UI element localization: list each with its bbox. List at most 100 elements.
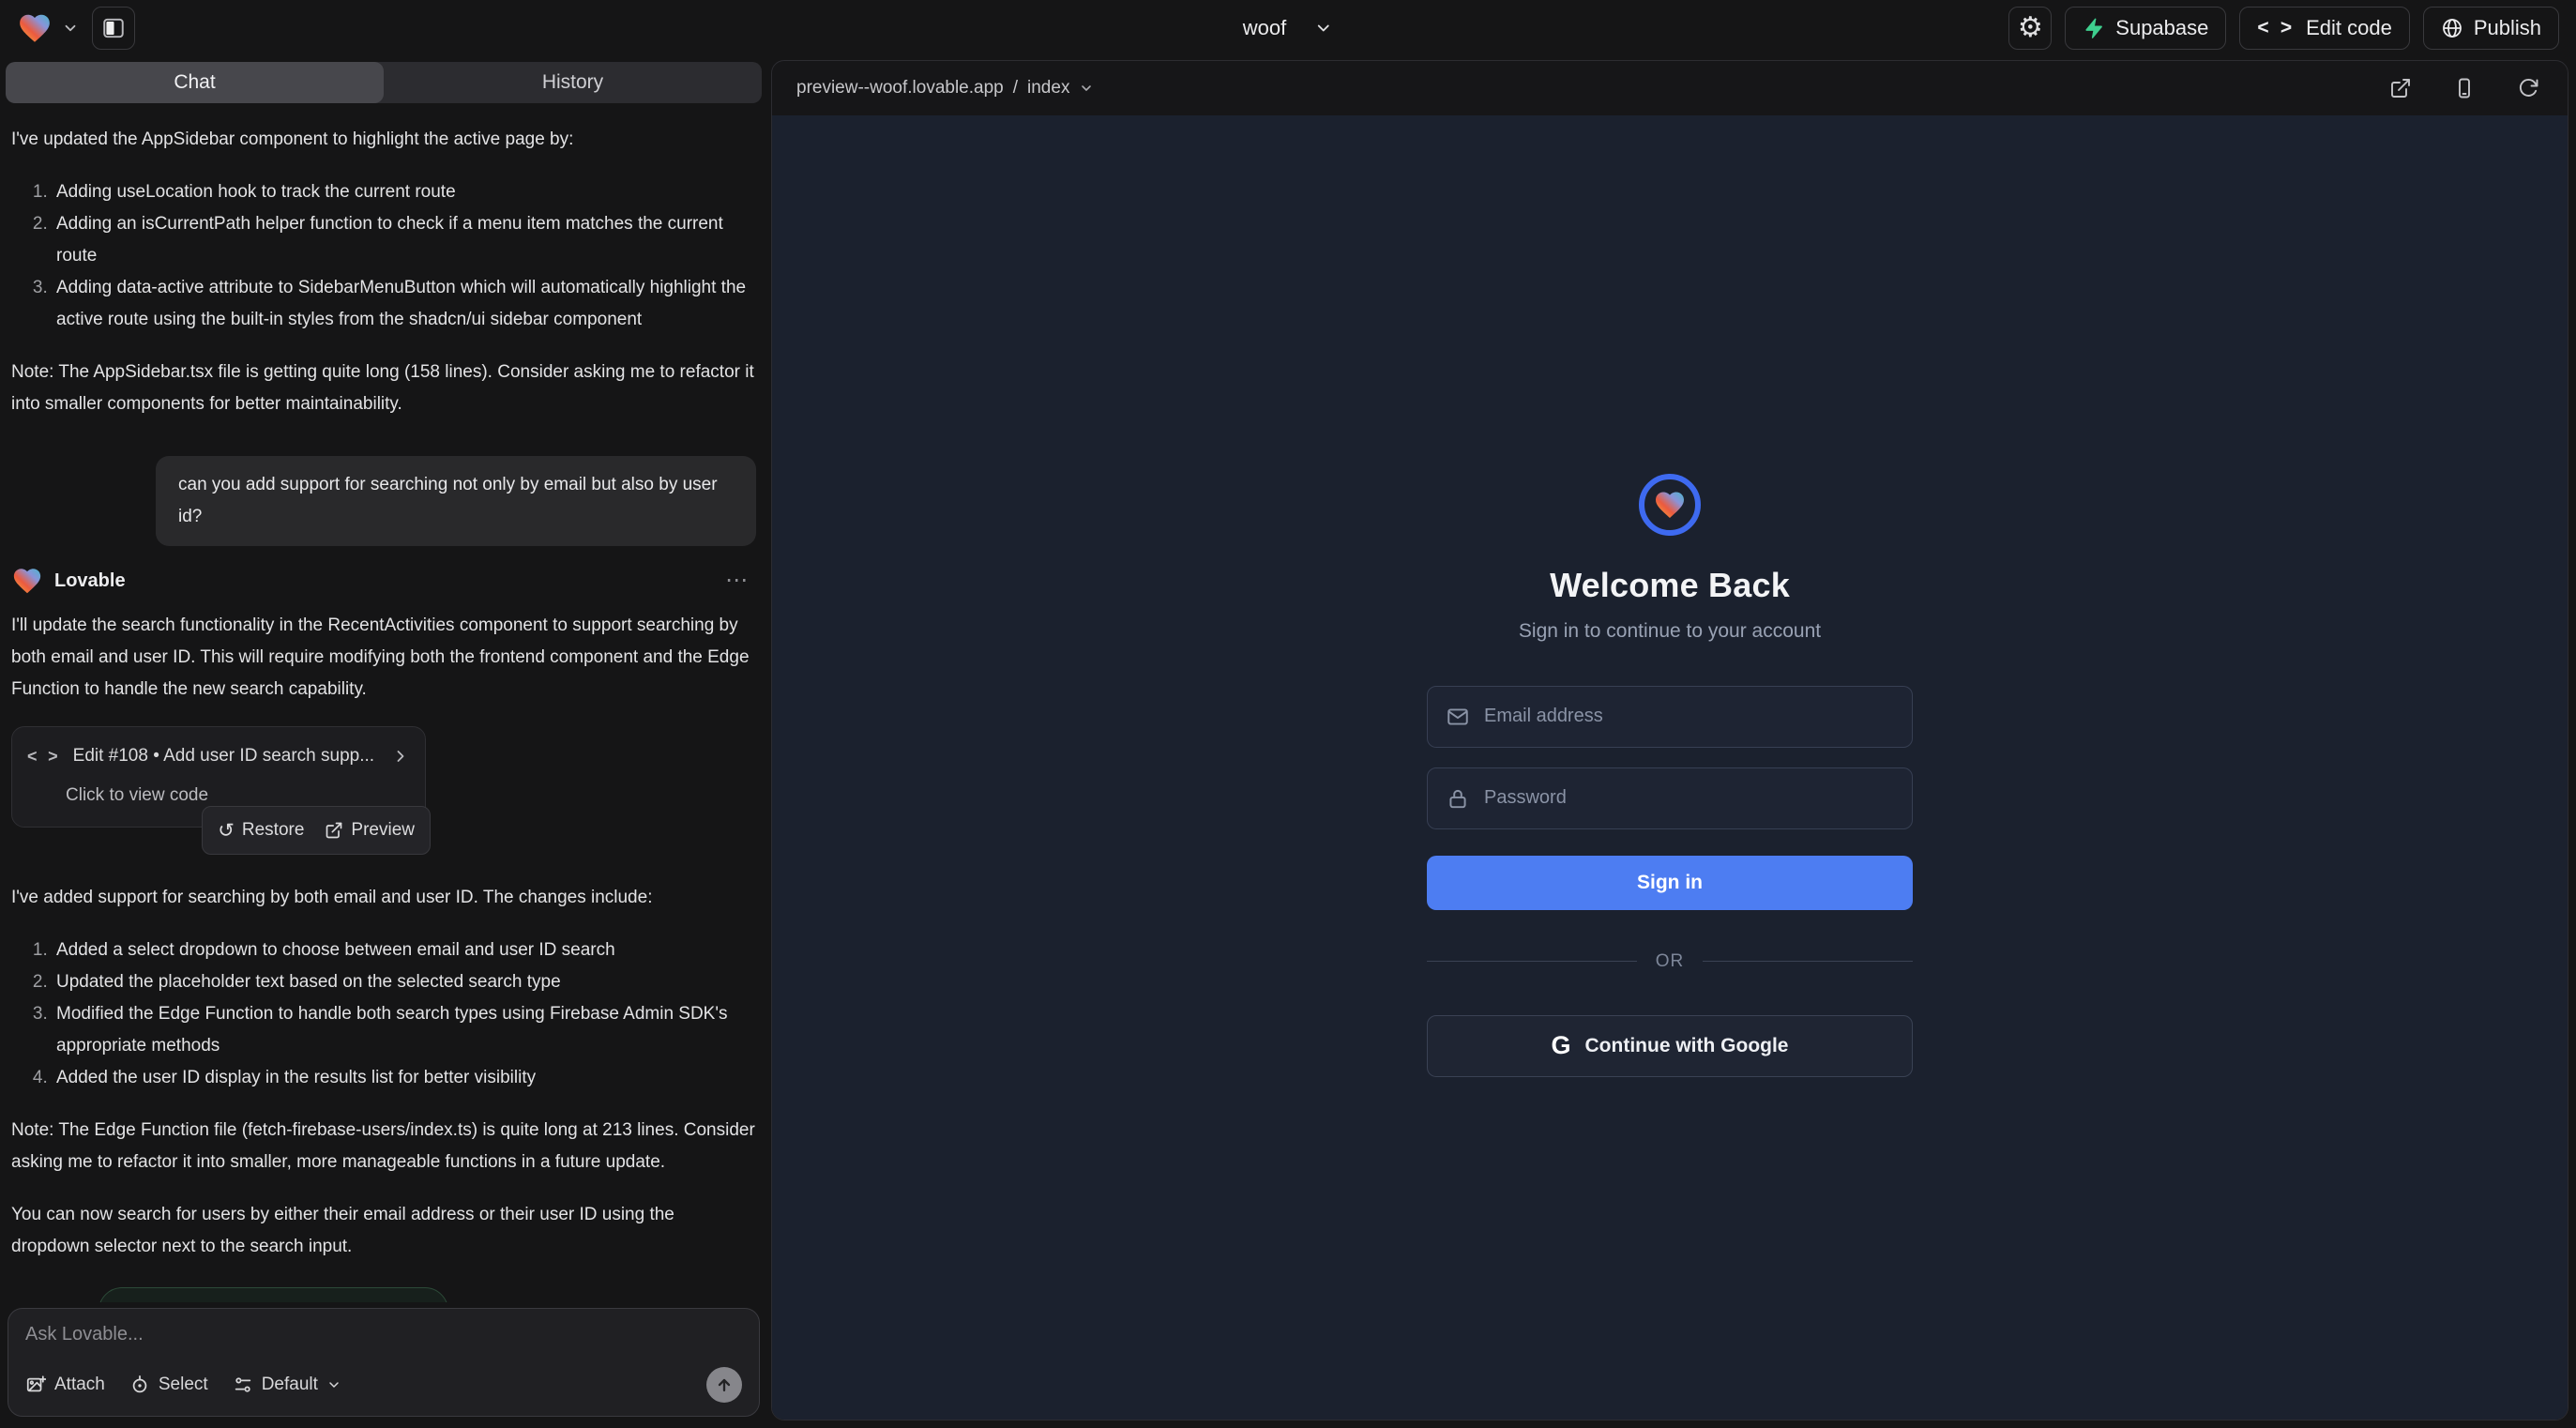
restored-version-badge[interactable]: #107 Highlight Active Page in Sidebar xyxy=(98,1287,448,1302)
publish-button[interactable]: Publish xyxy=(2423,7,2559,50)
google-label: Continue with Google xyxy=(1585,1035,1789,1057)
assistant-msg2-intro: I'll update the search functionality in … xyxy=(11,610,756,706)
restore-label: Restore xyxy=(242,814,305,846)
attach-button[interactable]: Attach xyxy=(25,1375,105,1395)
assistant-name: Lovable xyxy=(54,565,126,597)
tab-history[interactable]: History xyxy=(384,62,762,103)
supabase-bolt-icon xyxy=(2083,17,2105,39)
lovable-logo-menu[interactable] xyxy=(17,10,79,46)
preview-url: preview--woof.lovable.app xyxy=(796,78,1004,99)
composer-actions: Attach Select Default xyxy=(25,1367,742,1403)
tab-chat[interactable]: Chat xyxy=(6,62,384,103)
password-field[interactable] xyxy=(1427,767,1913,829)
email-field[interactable] xyxy=(1427,686,1913,748)
login-card: Welcome Back Sign in to continue to your… xyxy=(1427,474,1913,1077)
list-item: Added a select dropdown to choose betwee… xyxy=(53,934,756,966)
chevron-right-icon xyxy=(391,747,410,766)
code-brackets-icon: < > xyxy=(2257,17,2296,39)
select-button[interactable]: Select xyxy=(129,1375,208,1395)
chat-input[interactable] xyxy=(25,1320,742,1367)
assistant-msg2-outro: You can now search for users by either t… xyxy=(11,1199,756,1263)
preview-panel: preview--woof.lovable.app / index xyxy=(771,60,2568,1420)
gear-icon: ⚙ xyxy=(2018,14,2043,42)
edit-code-card[interactable]: < > Edit #108 • Add user ID search supp.… xyxy=(11,726,426,828)
edit-code-label: Edit code xyxy=(2306,16,2392,40)
lovable-heart-icon xyxy=(1653,488,1687,522)
edit-card-header: < > Edit #108 • Add user ID search supp.… xyxy=(27,740,410,772)
lock-icon xyxy=(1446,786,1470,811)
panel-left-icon xyxy=(101,16,126,40)
main-layout: Chat History I've updated the AppSidebar… xyxy=(0,56,2576,1428)
restored-row: Restored #107 Highlight Active Page in S… xyxy=(11,1287,756,1302)
publish-label: Publish xyxy=(2474,16,2541,40)
select-label: Select xyxy=(159,1375,208,1395)
assistant-msg2-summary-intro: I've added support for searching by both… xyxy=(11,882,756,914)
app-logo-ring xyxy=(1639,474,1701,536)
lovable-heart-icon xyxy=(17,10,53,46)
chat-composer: Attach Select Default xyxy=(8,1308,760,1417)
external-link-icon xyxy=(325,821,343,840)
chat-messages[interactable]: I've updated the AppSidebar component to… xyxy=(0,109,769,1302)
edit-card-title: Edit #108 • Add user ID search supp... xyxy=(73,740,374,772)
preview-url-bar: preview--woof.lovable.app / index xyxy=(772,61,2568,115)
assistant-header: Lovable ⋯ xyxy=(11,565,756,597)
settings-button[interactable]: ⚙ xyxy=(2008,7,2052,50)
supabase-label: Supabase xyxy=(2115,16,2208,40)
preview-label: Preview xyxy=(351,814,415,846)
sidebar-toggle-button[interactable] xyxy=(92,7,135,50)
assistant-msg1-list: Adding useLocation hook to track the cur… xyxy=(11,176,756,336)
assistant-msg2-list: Added a select dropdown to choose betwee… xyxy=(11,934,756,1094)
edit-card-toolbar: ↺ Restore Preview xyxy=(202,806,431,855)
restore-button[interactable]: ↺ Restore xyxy=(218,814,304,846)
user-message-bubble: can you add support for searching not on… xyxy=(156,456,756,546)
divider-label: OR xyxy=(1656,951,1685,972)
mode-label: Default xyxy=(262,1375,318,1395)
arrow-up-icon xyxy=(715,1375,734,1394)
sign-in-button[interactable]: Sign in xyxy=(1427,856,1913,910)
restored-version-title: Highlight Active Page in Sidebar xyxy=(173,1295,426,1302)
assistant-msg2-note: Note: The Edge Function file (fetch-fire… xyxy=(11,1115,756,1178)
attach-label: Attach xyxy=(54,1375,105,1395)
refresh-button[interactable] xyxy=(2513,73,2543,103)
chevron-down-icon xyxy=(62,20,79,37)
project-switcher[interactable]: woof xyxy=(1243,0,1333,56)
chevron-down-icon xyxy=(1079,81,1094,96)
globe-icon xyxy=(2441,17,2463,39)
project-name: woof xyxy=(1243,16,1286,40)
send-button[interactable] xyxy=(706,1367,742,1403)
chat-history-tabs: Chat History xyxy=(6,62,762,103)
assistant-msg1-intro: I've updated the AppSidebar component to… xyxy=(11,124,756,156)
mobile-view-button[interactable] xyxy=(2449,73,2479,103)
list-item: Adding useLocation hook to track the cur… xyxy=(53,176,756,208)
edit-code-button[interactable]: < > Edit code xyxy=(2239,7,2409,50)
external-link-icon xyxy=(2389,77,2412,99)
divider-line xyxy=(1703,961,1913,962)
mode-default-dropdown[interactable]: Default xyxy=(233,1375,341,1395)
open-in-new-tab-button[interactable] xyxy=(2386,73,2416,103)
restored-label: Restored xyxy=(11,1295,83,1302)
topbar-right-group: ⚙ Supabase < > Edit code Publish xyxy=(2008,7,2559,50)
app-topbar: woof ⚙ Supabase < > Edit code Publish xyxy=(0,0,2576,56)
preview-page: index xyxy=(1027,78,1069,99)
list-item: Modified the Edge Function to handle bot… xyxy=(53,998,756,1062)
email-input[interactable] xyxy=(1484,706,1894,727)
preview-viewport: Welcome Back Sign in to continue to your… xyxy=(772,115,2568,1420)
password-input[interactable] xyxy=(1484,787,1894,809)
login-title: Welcome Back xyxy=(1427,566,1913,605)
assistant-msg1-note: Note: The AppSidebar.tsx file is getting… xyxy=(11,357,756,420)
supabase-button[interactable]: Supabase xyxy=(2065,7,2226,50)
refresh-icon xyxy=(2517,77,2539,99)
restored-version-id: #107 xyxy=(120,1295,159,1302)
preview-button[interactable]: Preview xyxy=(325,814,415,846)
message-menu-icon[interactable]: ⋯ xyxy=(725,565,756,597)
envelope-icon xyxy=(1446,705,1470,729)
list-item: Added the user ID display in the results… xyxy=(53,1062,756,1094)
preview-url-dropdown[interactable]: preview--woof.lovable.app / index xyxy=(796,78,1094,99)
lovable-heart-icon xyxy=(11,565,43,597)
list-item: Adding data-active attribute to SidebarM… xyxy=(53,272,756,336)
code-brackets-icon: < > xyxy=(27,740,62,772)
attach-image-icon xyxy=(25,1375,46,1395)
divider-line xyxy=(1427,961,1637,962)
list-item: Updated the placeholder text based on th… xyxy=(53,966,756,998)
continue-with-google-button[interactable]: G Continue with Google xyxy=(1427,1015,1913,1077)
